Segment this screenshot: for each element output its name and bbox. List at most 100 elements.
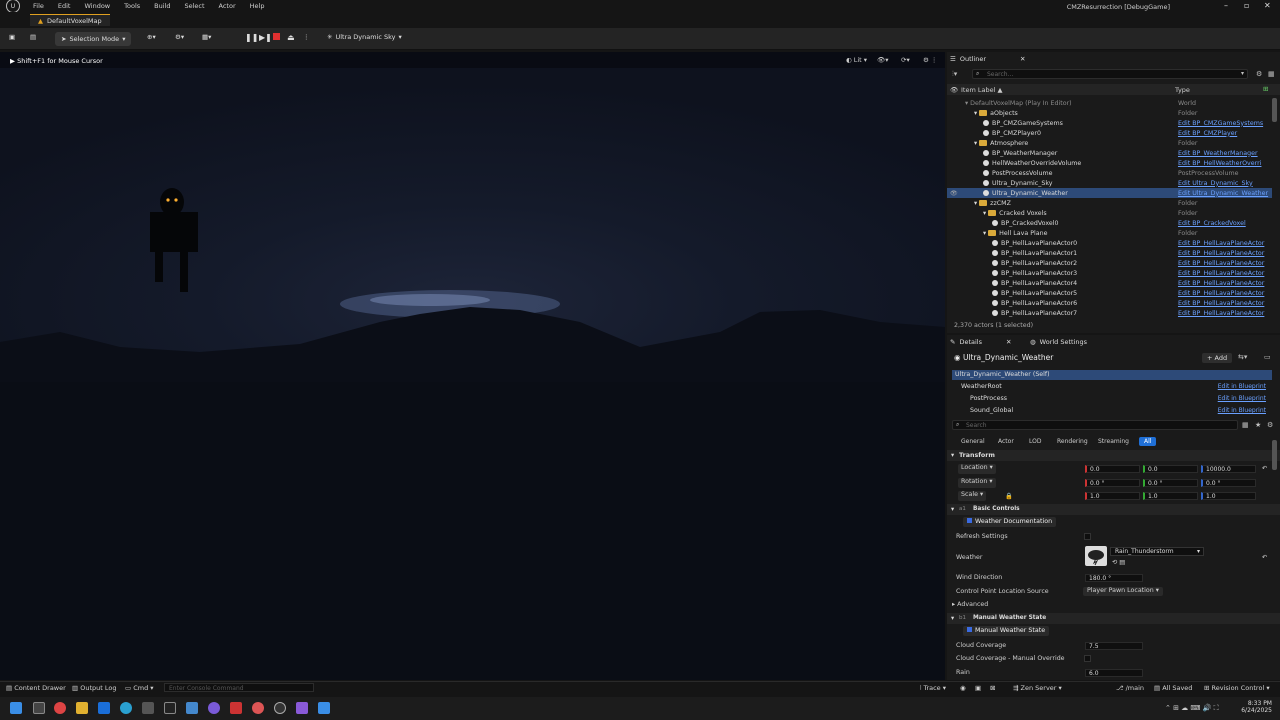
- clock[interactable]: 8:33 PM 6/24/2025: [1240, 700, 1272, 714]
- outliner-row-type[interactable]: Edit Ultra_Dynamic_Sky: [1178, 180, 1253, 187]
- outliner-row[interactable]: ▾ DefaultVoxelMap (Play In Editor) World: [947, 98, 1272, 108]
- outliner-row[interactable]: BP_HellLavaPlaneActor5 Edit BP_HellLavaPl…: [947, 288, 1272, 298]
- obs-icon[interactable]: [164, 702, 176, 714]
- filter-tab[interactable]: Actor: [993, 437, 1019, 446]
- show-flags-icon[interactable]: 👁▾: [877, 56, 889, 64]
- advanced-row[interactable]: ▸ Advanced: [952, 601, 988, 608]
- outliner-search-input[interactable]: ⌕ Search... ▾: [972, 69, 1248, 79]
- content-drawer-button[interactable]: ▤ Content Drawer: [6, 684, 66, 692]
- play-options-icon[interactable]: ⋮: [303, 33, 310, 41]
- add-actor-icon[interactable]: ⊕▾: [147, 33, 156, 41]
- recorder-icon[interactable]: [230, 702, 242, 714]
- terminal-icon[interactable]: [142, 702, 154, 714]
- outliner-row[interactable]: HellWeatherOverrideVolume Edit BP_HellWea…: [947, 158, 1272, 168]
- outliner-row[interactable]: BP_HellLavaPlaneActor4 Edit BP_HellLavaPl…: [947, 278, 1272, 288]
- filter-tab[interactable]: Rendering: [1052, 437, 1093, 446]
- filter-tab[interactable]: LOD: [1024, 437, 1046, 446]
- chrome-2-icon[interactable]: [252, 702, 264, 714]
- close-tab-icon[interactable]: ✕: [1020, 55, 1025, 63]
- outliner-row[interactable]: ▾ zzCMZ Folder: [947, 198, 1272, 208]
- app-icon[interactable]: [186, 702, 198, 714]
- filter-tab[interactable]: Streaming: [1093, 437, 1134, 446]
- scale-lock-icon[interactable]: 🔒: [1005, 492, 1013, 500]
- scale-y[interactable]: 1.0: [1143, 492, 1198, 500]
- column-type[interactable]: Type: [1175, 86, 1190, 94]
- console-input[interactable]: Enter Console Command: [164, 683, 314, 692]
- details-tab[interactable]: ✎ Details ✕: [950, 335, 1011, 349]
- outliner-row-type[interactable]: Edit BP_WeatherManager: [1178, 150, 1258, 157]
- lock-icon[interactable]: ▭: [1264, 353, 1271, 361]
- browse-asset-icon[interactable]: ⟲ ▤: [1112, 559, 1125, 566]
- selection-mode-button[interactable]: ➤ Selection Mode ▾: [55, 32, 132, 46]
- add-filter-icon[interactable]: ⊞: [1263, 85, 1268, 93]
- details-search-input[interactable]: ⌕ Search: [952, 420, 1238, 430]
- manual-weather-category[interactable]: ▾ b1 Manual Weather State: [947, 613, 1280, 624]
- menu-select[interactable]: Select: [177, 2, 211, 10]
- visibility-toggle-icon[interactable]: 👁: [950, 190, 958, 197]
- rain-field[interactable]: 6.0: [1085, 669, 1143, 677]
- outliner-row-type[interactable]: Edit BP_CrackedVoxel: [1178, 220, 1246, 227]
- ultra-dynamic-sky-button[interactable]: ✳ Ultra Dynamic Sky ▾: [327, 33, 402, 41]
- details-scrollbar[interactable]: [1272, 440, 1277, 470]
- stop-icon[interactable]: [273, 33, 280, 40]
- basic-controls-category[interactable]: ▾ a1 Basic Controls: [947, 504, 1280, 515]
- outliner-row[interactable]: BP_HellLavaPlaneActor7 Edit BP_HellLavaPl…: [947, 308, 1272, 318]
- cmd-button[interactable]: ▭ Cmd ▾: [125, 684, 154, 692]
- outliner-row[interactable]: ▾ Atmosphere Folder: [947, 138, 1272, 148]
- maximize-icon[interactable]: ▫: [1244, 1, 1249, 10]
- transform-category[interactable]: ▾ Transform: [947, 450, 1280, 461]
- blueprint-options-icon[interactable]: ⇆▾: [1238, 353, 1247, 361]
- snapshot-icon[interactable]: ▣: [975, 684, 981, 692]
- outliner-row-type[interactable]: Edit BP_HellWeatherOverri: [1178, 160, 1261, 167]
- close-window-icon[interactable]: ✕: [1264, 1, 1271, 10]
- world-settings-tab[interactable]: ◍ World Settings: [1030, 335, 1087, 349]
- filter-tab[interactable]: General: [956, 437, 990, 446]
- outliner-row-type[interactable]: Edit BP_HellLavaPlaneActor: [1178, 260, 1264, 267]
- blueprints-icon[interactable]: ⚙▾: [175, 33, 184, 41]
- outliner-row-type[interactable]: Edit BP_CMZPlayer: [1178, 130, 1237, 137]
- scale-x[interactable]: 1.0: [1085, 492, 1140, 500]
- outliner-row[interactable]: 👁 Ultra_Dynamic_Weather Edit Ultra_Dynamic…: [947, 188, 1272, 198]
- wind-direction-field[interactable]: 180.0 °: [1085, 574, 1143, 582]
- control-point-dropdown[interactable]: Player Pawn Location ▾: [1083, 587, 1163, 596]
- weather-thumbnail[interactable]: [1085, 546, 1107, 566]
- menu-tools[interactable]: Tools: [117, 2, 147, 10]
- rotation-dropdown[interactable]: Rotation ▾: [958, 478, 996, 488]
- chrome-icon[interactable]: [54, 702, 66, 714]
- outliner-tab[interactable]: ☰ Outliner ✕: [950, 52, 1025, 66]
- menu-actor[interactable]: Actor: [212, 2, 243, 10]
- outliner-row[interactable]: Ultra_Dynamic_Sky Edit Ultra_Dynamic_Sky: [947, 178, 1272, 188]
- outliner-row[interactable]: BP_HellLavaPlaneActor2 Edit BP_HellLavaPl…: [947, 258, 1272, 268]
- outliner-row[interactable]: BP_CMZGameSystems Edit BP_CMZGameSystems: [947, 118, 1272, 128]
- outliner-row-type[interactable]: Edit BP_HellLavaPlaneActor: [1178, 240, 1264, 247]
- outliner-row-type[interactable]: Edit BP_HellLavaPlaneActor: [1178, 270, 1264, 277]
- minimize-icon[interactable]: –: [1224, 1, 1228, 10]
- pause-icon[interactable]: ❚❚: [245, 33, 258, 42]
- menu-help[interactable]: Help: [243, 2, 272, 10]
- location-z[interactable]: 10000.0: [1201, 465, 1256, 473]
- grid-view-icon[interactable]: ▦: [1242, 421, 1249, 429]
- start-icon[interactable]: [10, 702, 22, 714]
- manual-weather-button[interactable]: Manual Weather State: [963, 626, 1050, 636]
- filter-icon[interactable]: ⫶▾: [952, 70, 957, 79]
- outlook-icon[interactable]: [98, 702, 110, 714]
- edit-in-blueprint-link[interactable]: Edit in Blueprint: [1218, 395, 1266, 402]
- save-icon[interactable]: ▣: [9, 33, 15, 41]
- task-view-icon[interactable]: [33, 702, 45, 714]
- step-frame-icon[interactable]: ▶❚: [259, 33, 272, 42]
- outliner-row-type[interactable]: Edit BP_HellLavaPlaneActor: [1178, 250, 1264, 257]
- content-browser-icon[interactable]: ▤: [30, 33, 36, 41]
- branch-button[interactable]: ⎇ /main: [1116, 684, 1144, 692]
- location-y[interactable]: 0.0: [1143, 465, 1198, 473]
- revision-control-button[interactable]: ⊞ Revision Control ▾: [1204, 684, 1270, 692]
- unreal-icon[interactable]: [274, 702, 286, 714]
- level-viewport[interactable]: [0, 52, 945, 680]
- record-icon[interactable]: ◉: [960, 684, 966, 692]
- outliner-settings-icon[interactable]: ⚙: [1256, 70, 1262, 78]
- menu-build[interactable]: Build: [147, 2, 177, 10]
- refresh-settings-checkbox[interactable]: [1084, 533, 1091, 540]
- details-settings-icon[interactable]: ⚙: [1267, 421, 1273, 429]
- location-x[interactable]: 0.0: [1085, 465, 1140, 473]
- clear-icon[interactable]: ⊠: [990, 684, 995, 692]
- add-component-button[interactable]: + Add: [1202, 353, 1233, 363]
